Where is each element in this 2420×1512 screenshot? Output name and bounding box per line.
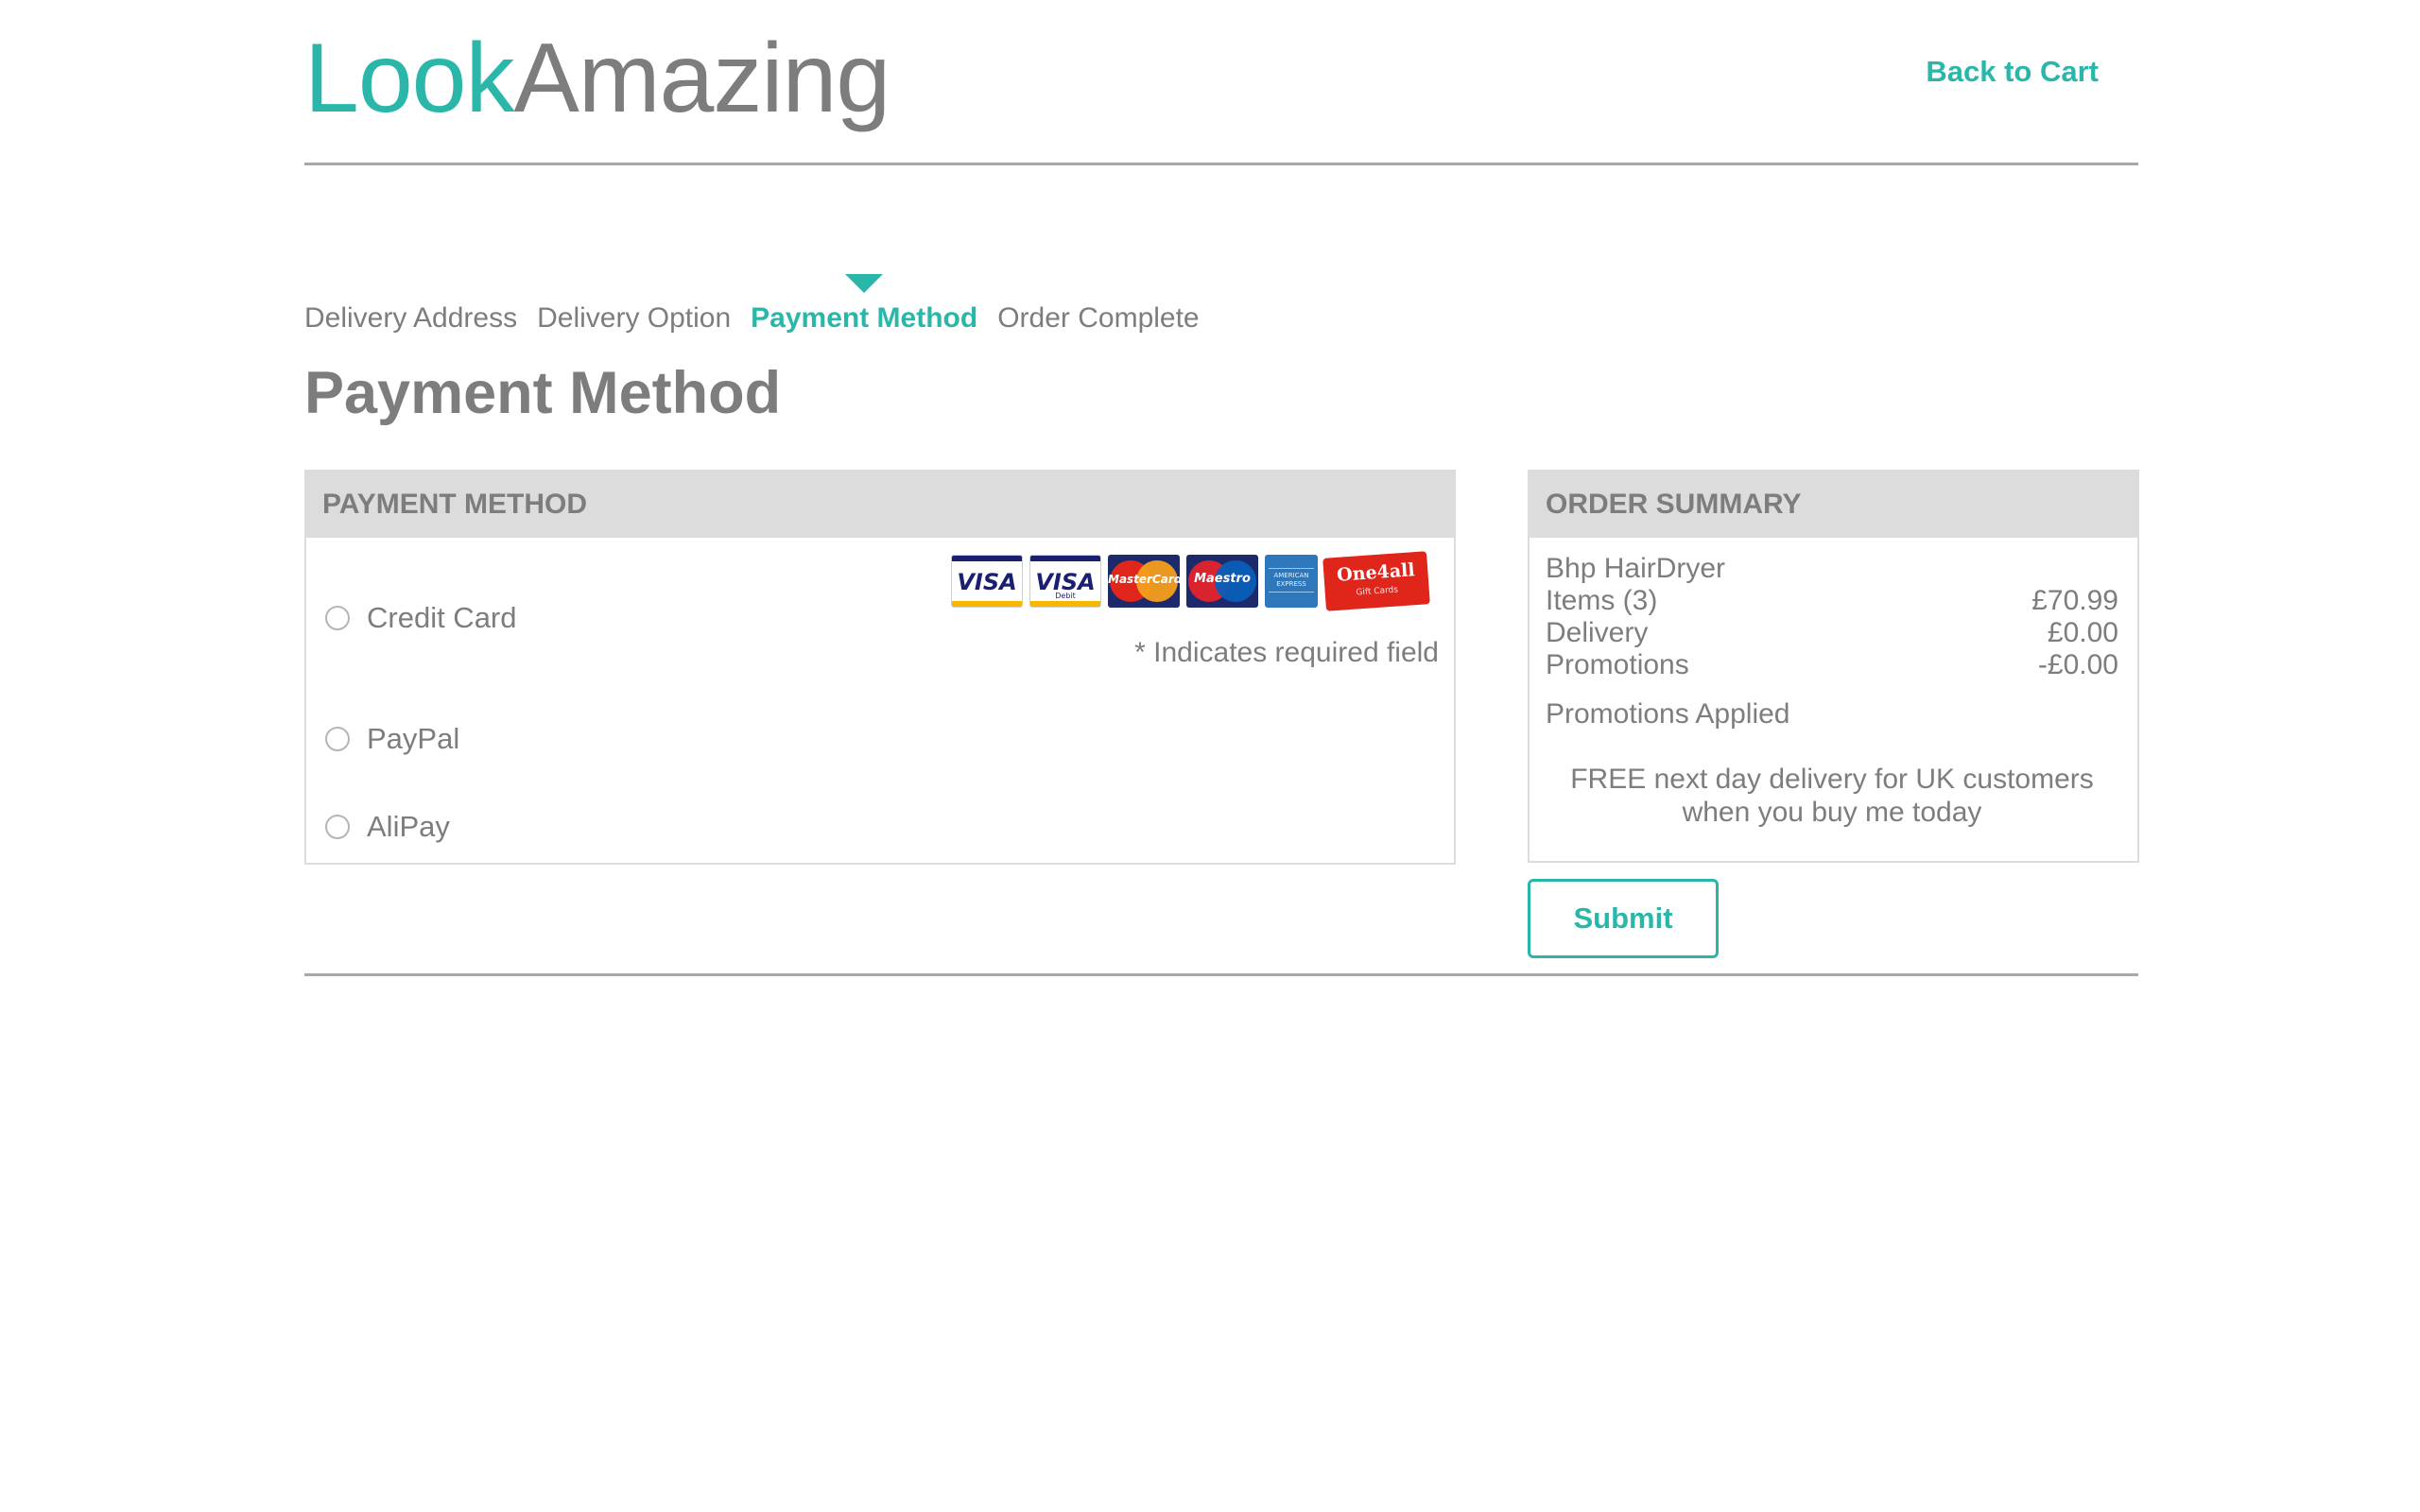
payment-method-heading: PAYMENT METHOD [306,472,1454,538]
payment-method-panel: PAYMENT METHOD Credit Card VISA VISA Deb… [304,470,1456,865]
amex-icon: AMERICAN EXPRESS [1265,555,1318,608]
step-order-complete[interactable]: Order Complete [997,302,1199,335]
checkout-page: LookAmazing Back to Cart Delivery Addres… [0,0,2420,1512]
promotion-description: FREE next day delivery for UK customers … [1546,763,2118,829]
summary-amount: £0.00 [2047,617,2118,648]
step-payment-method-label: Payment Method [751,302,978,334]
accepted-cards: VISA VISA Debit MasterCard Maestro AMERI… [951,551,1430,611]
alipay-radio[interactable] [325,815,350,839]
order-summary-heading: ORDER SUMMARY [1530,472,2137,538]
visa-card-icon: VISA [951,555,1023,608]
promotion-line-2: when you buy me today [1682,797,1982,828]
summary-amount: -£0.00 [2037,649,2118,680]
credit-card-radio[interactable] [325,606,350,630]
site-logo[interactable]: LookAmazing [304,17,890,140]
mastercard-icon: MasterCard [1108,555,1180,608]
alipay-option[interactable]: AliPay [325,810,450,844]
step-payment-method[interactable]: Payment Method [751,274,978,335]
step-delivery-option[interactable]: Delivery Option [537,302,731,335]
alipay-label: AliPay [367,810,450,843]
summary-label: Items (3) [1546,585,1658,616]
footer-divider [304,973,2138,976]
promotions-applied-title: Promotions Applied [1546,698,1790,730]
summary-row-items: Items (3) £70.99 [1546,585,2118,617]
product-name-row: Bhp HairDryer [1546,553,2118,585]
one4all-gift-card-icon: One4all Gift Cards [1322,551,1430,611]
promotion-line-1: FREE next day delivery for UK customers [1570,764,2094,795]
header-divider [304,163,2138,165]
page-title: Payment Method [304,360,782,426]
logo-look: Look [304,24,515,133]
logo-amazing: Amazing [513,24,891,133]
step-delivery-address[interactable]: Delivery Address [304,302,517,335]
required-field-note: * Indicates required field [1134,637,1439,668]
product-name: Bhp HairDryer [1546,553,1726,584]
back-to-cart-link[interactable]: Back to Cart [1926,55,2099,89]
maestro-icon: Maestro [1186,555,1258,608]
active-step-marker-icon [845,274,884,293]
paypal-option[interactable]: PayPal [325,722,459,756]
submit-button[interactable]: Submit [1528,879,1719,958]
visa-debit-card-icon: VISA Debit [1029,555,1101,608]
paypal-radio[interactable] [325,727,350,751]
summary-amount: £70.99 [2031,585,2118,616]
summary-row-delivery: Delivery £0.00 [1546,617,2118,649]
order-summary-body: Bhp HairDryer Items (3) £70.99 Delivery … [1546,553,2118,829]
credit-card-label: Credit Card [367,601,517,634]
summary-label: Promotions [1546,649,1689,680]
credit-card-option[interactable]: Credit Card [325,601,517,635]
paypal-label: PayPal [367,722,460,755]
order-summary-panel: ORDER SUMMARY Bhp HairDryer Items (3) £7… [1528,470,2139,863]
checkout-steps: Delivery Address Delivery Option Payment… [304,274,1200,335]
summary-row-promotions: Promotions -£0.00 [1546,649,2118,681]
summary-label: Delivery [1546,617,1649,648]
